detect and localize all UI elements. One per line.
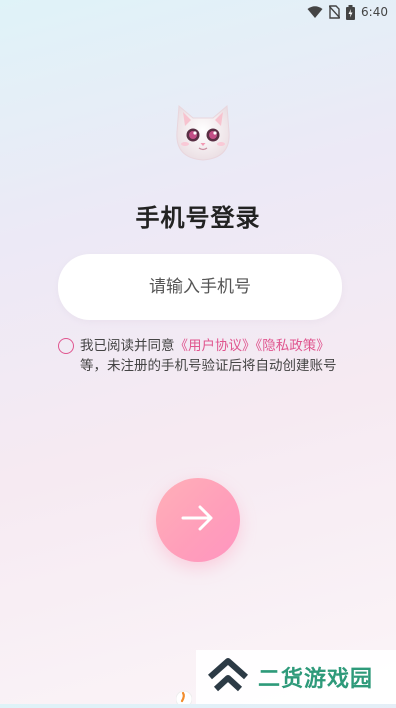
- privacy-policy-link[interactable]: 《隐私政策》: [256, 338, 330, 354]
- agreement-suffix: 等，未注册的手机号验证后将自动创建账号: [80, 358, 337, 374]
- chevron-up-logo-icon: [206, 657, 250, 697]
- next-button[interactable]: [156, 478, 240, 562]
- agreement-text: 我已阅读并同意《用户协议》《隐私政策》等，未注册的手机号验证后将自动创建账号: [80, 336, 348, 376]
- phone-number-input[interactable]: [58, 254, 342, 320]
- page-title: 手机号登录: [135, 204, 261, 232]
- arrow-right-icon: [181, 505, 215, 535]
- no-sim-icon: [329, 5, 341, 19]
- status-time: 6:40: [361, 5, 388, 19]
- agreement-prefix: 我已阅读并同意: [80, 338, 175, 354]
- bottom-app-icon: [175, 683, 193, 708]
- wifi-icon: [307, 5, 323, 19]
- status-bar: 6:40: [0, 0, 396, 24]
- agreement-checkbox[interactable]: [58, 338, 74, 354]
- watermark: 二货游戏园: [196, 650, 396, 704]
- battery-charging-icon: [346, 4, 356, 20]
- user-agreement-link[interactable]: 《用户协议》: [175, 338, 256, 354]
- cat-mascot-icon: [171, 102, 235, 162]
- agreement-row: 我已阅读并同意《用户协议》《隐私政策》等，未注册的手机号验证后将自动创建账号: [58, 336, 348, 376]
- watermark-text: 二货游戏园: [258, 667, 374, 692]
